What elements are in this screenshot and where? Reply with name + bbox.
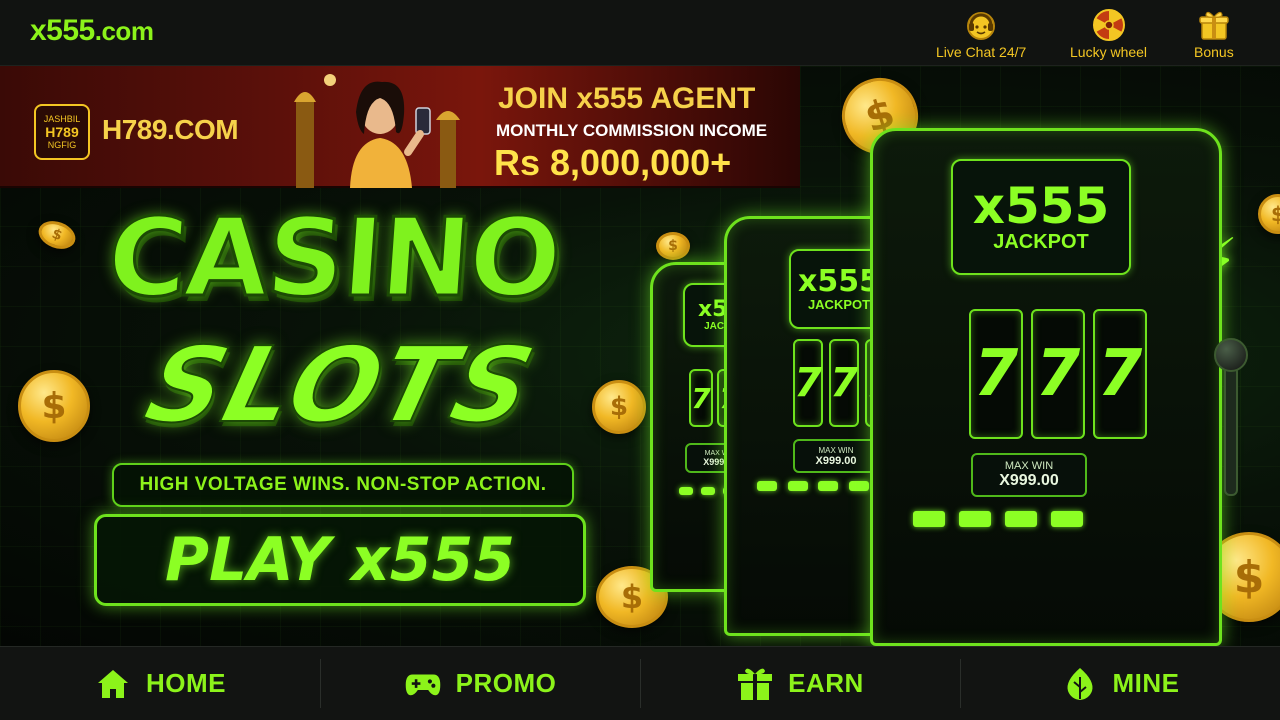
headset-icon bbox=[964, 8, 998, 42]
max-win-panel: MAX WIN X999.00 bbox=[793, 439, 879, 473]
h789-logo: JASHBIL H789 NGFIG bbox=[34, 104, 90, 160]
reel: 7 bbox=[1031, 309, 1085, 439]
lucky-wheel-button[interactable]: Lucky wheel bbox=[1070, 8, 1147, 60]
machine-button bbox=[1005, 511, 1037, 527]
reel: 7 bbox=[793, 339, 823, 427]
tagline-text: HIGH VOLTAGE WINS. NON-STOP ACTION. bbox=[139, 474, 547, 495]
nav-earn[interactable]: EARN bbox=[640, 647, 960, 720]
nav-earn-label: EARN bbox=[788, 668, 864, 698]
machine-buttons bbox=[913, 511, 1083, 527]
play-button-label: PLAY x555 bbox=[164, 525, 516, 595]
promo-person-illustration bbox=[290, 72, 470, 188]
lever-knob[interactable] bbox=[1214, 338, 1248, 372]
max-win-label: MAX WIN bbox=[1004, 460, 1054, 472]
machine-button bbox=[787, 481, 808, 491]
machine-jackpot-display: x555 JACKPOT bbox=[951, 159, 1131, 275]
machine-button bbox=[913, 511, 945, 527]
gift-icon bbox=[736, 665, 774, 703]
hero-title-casino: CASINO bbox=[102, 195, 565, 323]
max-win-label: MAX WIN bbox=[818, 445, 854, 455]
nav-home[interactable]: HOME bbox=[0, 647, 320, 720]
gold-coin: $ bbox=[592, 380, 646, 434]
lucky-wheel-label: Lucky wheel bbox=[1070, 44, 1148, 60]
machine-jackpot-label: JACKPOT bbox=[993, 230, 1089, 253]
gold-coin: $ bbox=[656, 232, 690, 260]
machine-button bbox=[818, 481, 839, 491]
logo-line-top: JASHBIL bbox=[43, 114, 81, 124]
home-icon bbox=[94, 665, 132, 703]
play-now-button[interactable]: PLAY x555 bbox=[94, 514, 586, 606]
machine-button bbox=[679, 487, 693, 495]
agent-commission-amount: Rs 8,000,000+ bbox=[494, 142, 732, 183]
reel: 7 bbox=[1093, 309, 1147, 439]
hero-banner[interactable]: JASHBIL H789 NGFIG H789.COM JOIN x555 AG… bbox=[0, 66, 1280, 646]
machine-reels: 7 7 7 bbox=[969, 309, 1147, 439]
gamepad-icon bbox=[404, 665, 442, 703]
max-win-value: X999.00 bbox=[815, 454, 857, 467]
nav-promo[interactable]: PROMO bbox=[320, 647, 640, 720]
machine-brand: x555 bbox=[798, 263, 880, 299]
logo-line-bottom: NGFIG bbox=[47, 140, 77, 150]
agent-site-name: H789.COM bbox=[102, 114, 239, 145]
machine-button bbox=[701, 487, 715, 495]
leaf-icon bbox=[1061, 665, 1099, 703]
machine-button bbox=[757, 481, 777, 491]
agent-headline: JOIN x555 AGENT bbox=[498, 82, 756, 115]
max-win-value: X999.00 bbox=[999, 472, 1059, 489]
machine-buttons bbox=[757, 481, 869, 491]
brand-name: x555 bbox=[30, 14, 95, 47]
machine-jackpot-label: JACKPOT bbox=[807, 296, 871, 312]
live-chat-label: Live Chat 24/7 bbox=[936, 44, 1027, 60]
reel: 7 bbox=[829, 339, 859, 427]
bottom-navigation: HOME PROMO EARN MINE bbox=[0, 646, 1280, 720]
gold-coin: $ bbox=[18, 370, 90, 442]
nav-mine[interactable]: MINE bbox=[960, 647, 1280, 720]
nav-mine-label: MINE bbox=[1112, 668, 1180, 698]
brand-domain: .com bbox=[94, 16, 154, 46]
brand-logo[interactable]: x555.com bbox=[30, 14, 154, 48]
max-win-panel: MAX WIN X999.00 bbox=[971, 453, 1087, 497]
agent-subline: MONTHLY COMMISSION INCOME bbox=[496, 121, 768, 140]
top-header: x555.com Live Chat 24/7 Lucky wheel Bonu… bbox=[0, 0, 1280, 66]
nav-home-label: HOME bbox=[146, 668, 226, 698]
wheel-icon bbox=[1092, 8, 1126, 42]
reel: 7 bbox=[969, 309, 1023, 439]
nav-promo-label: PROMO bbox=[455, 668, 557, 698]
gift-icon bbox=[1197, 8, 1231, 42]
reel: 7 bbox=[689, 369, 713, 427]
machine-button bbox=[1051, 511, 1083, 527]
machine-button bbox=[848, 481, 869, 491]
live-chat-button[interactable]: Live Chat 24/7 bbox=[936, 8, 1026, 60]
machine-brand: x555 bbox=[972, 176, 1110, 235]
logo-line-mid: H789 bbox=[45, 124, 79, 140]
hero-title-slots: SLOTS bbox=[134, 323, 548, 447]
machine-button bbox=[959, 511, 991, 527]
agent-promo-banner[interactable]: JASHBIL H789 NGFIG H789.COM JOIN x555 AG… bbox=[0, 66, 800, 188]
slot-lever[interactable] bbox=[1224, 366, 1238, 496]
slot-machine[interactable]: x555 JACKPOT 7 7 7 MAX WIN X999.00 bbox=[870, 128, 1222, 646]
bonus-button[interactable]: Bonus bbox=[1194, 8, 1234, 60]
bonus-label: Bonus bbox=[1194, 44, 1234, 60]
hero-tagline: HIGH VOLTAGE WINS. NON-STOP ACTION. bbox=[112, 463, 574, 507]
